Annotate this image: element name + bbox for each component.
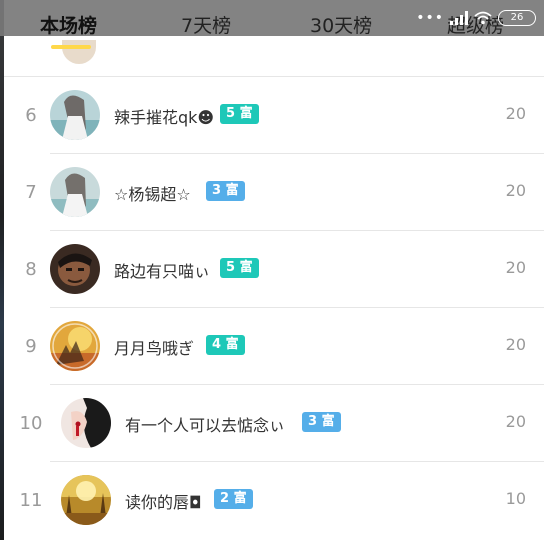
user-name: 月月鸟哦ぎ (114, 339, 195, 358)
list-item[interactable]: 8 路边有只喵ぃ 5 富 20 (4, 231, 544, 308)
user-name: 辣手摧花qk☻ (114, 108, 215, 127)
avatar (62, 40, 96, 64)
avatar[interactable] (61, 398, 111, 448)
battery-icon: 26 (498, 10, 536, 26)
rank-number: 10 (19, 413, 43, 434)
status-bar: ••• 26 (416, 8, 536, 28)
score: 20 (505, 104, 526, 123)
avatar[interactable] (50, 244, 100, 294)
level-badge: 2 富 (214, 489, 253, 509)
tab-7-days[interactable]: 7天榜 (181, 12, 231, 40)
list-item[interactable]: 9 月月鸟哦ぎ 4 富 20 (4, 308, 544, 385)
list-item[interactable]: 6 辣手摧花qk☻ 5 富 20 (4, 77, 544, 154)
level-badge: 5 富 (220, 104, 259, 124)
score: 20 (505, 412, 526, 431)
list-item[interactable]: 7 ☆杨锡超☆ 3 富 20 (4, 154, 544, 231)
avatar[interactable] (50, 167, 100, 217)
score: 10 (505, 489, 526, 508)
score: 20 (505, 335, 526, 354)
list-item[interactable]: 11 读你的唇◘ 2 富 10 (4, 462, 544, 539)
level-badge: 4 富 (206, 335, 245, 355)
avatar[interactable] (50, 90, 100, 140)
more-dots-icon: ••• (416, 10, 444, 26)
user-name: 路边有只喵ぃ (114, 262, 211, 281)
score: 20 (505, 258, 526, 277)
ranking-panel: 6 辣手摧花qk☻ 5 富 20 7 ☆杨锡超☆ 3 富 20 8 路边有只喵ぃ… (4, 0, 544, 540)
rank-number: 11 (19, 490, 43, 511)
level-badge: 5 富 (220, 258, 259, 278)
tab-30-days[interactable]: 30天榜 (310, 12, 372, 40)
score: 20 (505, 181, 526, 200)
wifi-icon (474, 11, 492, 25)
level-badge: 3 富 (302, 412, 341, 432)
avatar[interactable] (50, 321, 100, 371)
signal-icon (450, 11, 468, 25)
tab-this-show[interactable]: 本场榜 (40, 12, 97, 40)
avatar[interactable] (61, 475, 111, 525)
user-name: 有一个人可以去惦念ぃ (125, 416, 286, 435)
user-name: ☆杨锡超☆ (114, 185, 191, 204)
user-name: 读你的唇◘ (125, 493, 202, 512)
list-item[interactable]: 10 有一个人可以去惦念ぃ 3 富 20 (4, 385, 544, 462)
active-tab-indicator (51, 45, 91, 49)
level-badge: 3 富 (206, 181, 245, 201)
